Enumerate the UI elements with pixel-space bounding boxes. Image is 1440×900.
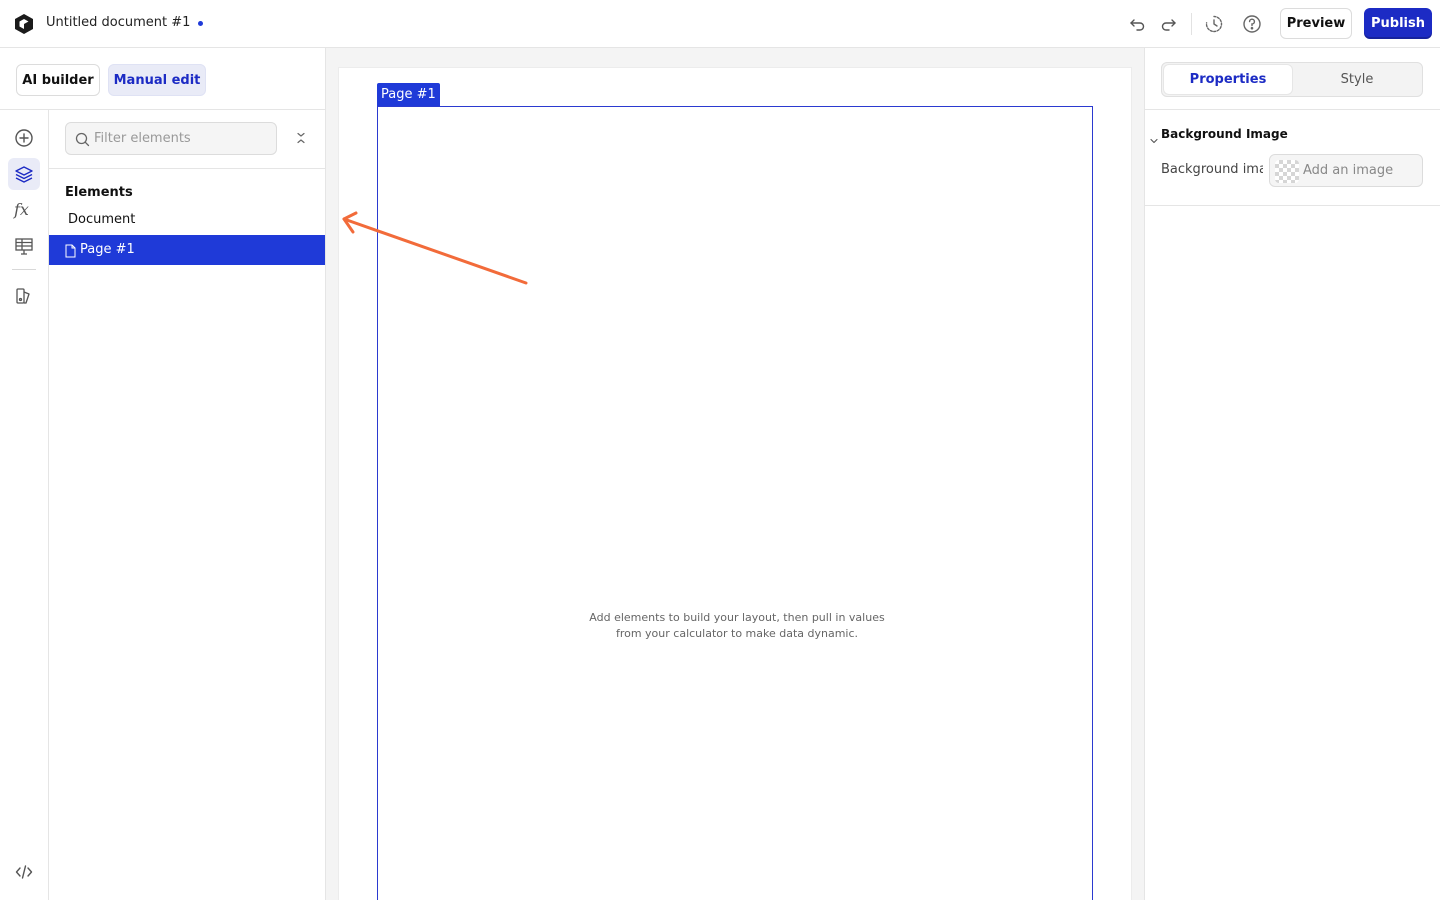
- background-image-section: Background Image Background image Add an…: [1145, 110, 1440, 206]
- filter-row: [49, 110, 325, 169]
- collapse-all-icon[interactable]: [292, 129, 310, 147]
- tab-style[interactable]: Style: [1293, 65, 1421, 94]
- code-icon[interactable]: [12, 860, 36, 884]
- rail-divider: [12, 269, 36, 270]
- page-tag[interactable]: Page #1: [377, 83, 440, 106]
- page-frame[interactable]: [377, 106, 1093, 900]
- image-picker-text: Add an image: [1303, 163, 1394, 178]
- filter-input[interactable]: [94, 123, 274, 154]
- inspector-tabs: Properties Style: [1161, 62, 1423, 97]
- history-icon[interactable]: [1202, 12, 1226, 36]
- tree-item-page-1[interactable]: Page #1: [49, 235, 325, 265]
- tab-properties[interactable]: Properties: [1164, 65, 1292, 94]
- ai-builder-button[interactable]: AI builder: [16, 64, 100, 96]
- redo-icon[interactable]: [1157, 12, 1181, 36]
- svg-text:fx: fx: [13, 200, 29, 219]
- help-icon[interactable]: [1240, 12, 1264, 36]
- background-image-label: Background image: [1161, 162, 1263, 177]
- inspector-tabs-row: Properties Style: [1145, 48, 1440, 110]
- canvas-area[interactable]: Page #1 Add elements to build your layou…: [326, 48, 1144, 900]
- mode-switcher: AI builder Manual edit: [0, 48, 325, 110]
- preview-button[interactable]: Preview: [1280, 8, 1352, 39]
- publish-button[interactable]: Publish: [1364, 8, 1432, 39]
- top-bar: Untitled document #1 Preview Publish: [0, 0, 1440, 48]
- chevron-down-icon[interactable]: [1150, 130, 1158, 144]
- theme-icon[interactable]: [8, 280, 40, 312]
- image-picker[interactable]: Add an image: [1269, 154, 1423, 187]
- unsaved-indicator: [198, 21, 203, 26]
- search-icon: [75, 132, 90, 147]
- section-title[interactable]: Background Image: [1161, 127, 1288, 141]
- right-panel: Properties Style Background Image Backgr…: [1144, 48, 1440, 900]
- elements-panel: Elements Document Page #1: [49, 110, 325, 900]
- add-icon[interactable]: [8, 122, 40, 154]
- elements-heading: Elements: [65, 185, 133, 200]
- tree-item-label: Page #1: [80, 242, 135, 257]
- image-placeholder-icon: [1275, 160, 1299, 183]
- formula-icon[interactable]: fx: [8, 194, 40, 226]
- filter-box[interactable]: [65, 122, 277, 155]
- undo-icon[interactable]: [1125, 12, 1149, 36]
- page-icon: [65, 243, 76, 258]
- left-panel: AI builder Manual edit fx Filter element…: [0, 48, 326, 900]
- app-logo-icon[interactable]: [12, 12, 36, 36]
- manual-edit-button[interactable]: Manual edit: [108, 64, 206, 96]
- layers-icon[interactable]: [8, 158, 40, 190]
- toolbar-divider: [1191, 13, 1192, 35]
- document-paper: Page #1 Add elements to build your layou…: [339, 68, 1131, 900]
- empty-state-message: Add elements to build your layout, then …: [589, 611, 885, 640]
- document-title[interactable]: Untitled document #1: [46, 15, 190, 30]
- tree-item-document[interactable]: Document: [68, 212, 135, 227]
- table-icon[interactable]: [8, 230, 40, 262]
- tool-rail: fx: [0, 110, 49, 900]
